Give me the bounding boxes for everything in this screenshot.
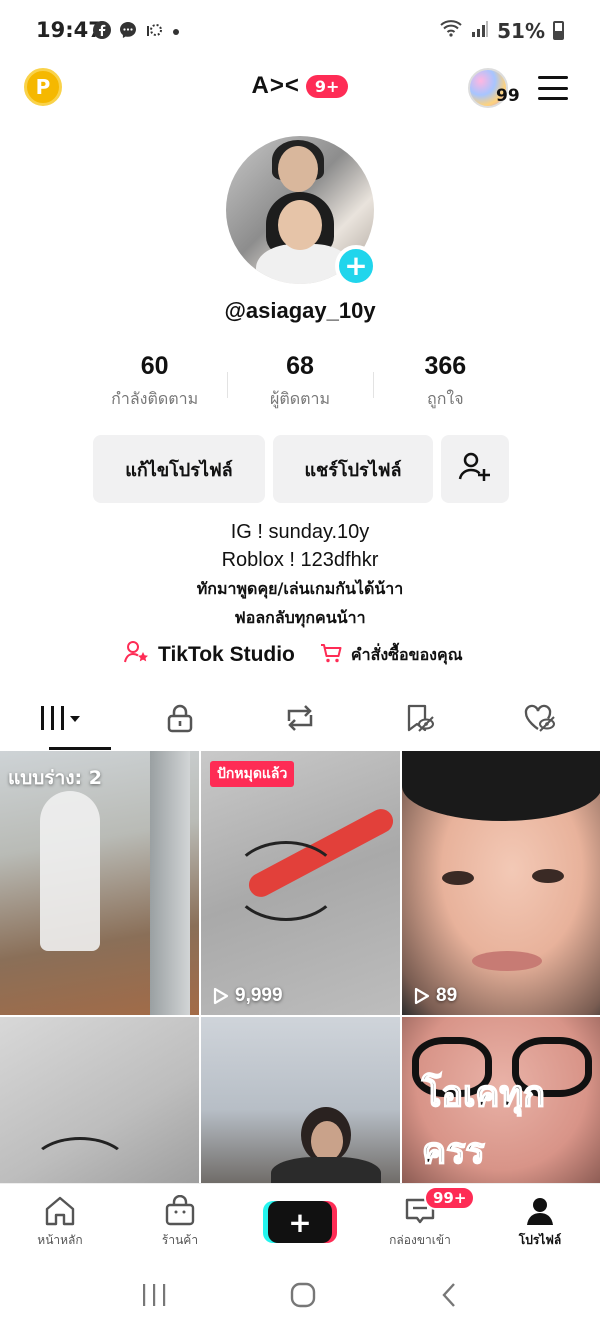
creator-star-icon	[124, 640, 150, 670]
add-photo-button[interactable]: +	[335, 245, 377, 287]
stat-followers[interactable]: 68 ผู้ติดตาม	[227, 352, 372, 412]
inbox-badge: 99+	[424, 1186, 476, 1210]
recent-apps-icon	[143, 1283, 166, 1306]
back-chevron-icon	[442, 1282, 455, 1307]
stat-value: 366	[424, 352, 467, 380]
status-right: 51%	[439, 18, 564, 43]
lock-icon	[166, 703, 194, 737]
tab-liked[interactable]	[480, 690, 600, 750]
stat-following[interactable]: 60 กำลังติดตาม	[82, 352, 227, 412]
video-tile[interactable]: 89	[402, 751, 600, 1015]
draft-label: แบบร่าง: 2	[8, 767, 102, 789]
bio-line: IG ! sunday.10y	[230, 521, 370, 543]
profile-actions: แก้ไขโปรไฟล์ แชร์โปรไฟล์	[93, 435, 509, 503]
play-icon	[213, 987, 229, 1005]
stat-label: ถูกใจ	[427, 389, 464, 408]
video-tile[interactable]: ปักหมุดแล้ว 9,999	[201, 751, 400, 1015]
edit-profile-button[interactable]: แก้ไขโปรไฟล์	[93, 435, 265, 503]
status-bar: 19:47 51%	[0, 0, 600, 62]
studio-label: TikTok Studio	[158, 643, 295, 666]
signal-icon	[471, 19, 489, 43]
video-tile[interactable]: โอเคทุกครร	[402, 1017, 600, 1185]
stat-label: ผู้ติดตาม	[269, 389, 331, 408]
create-button[interactable]: +	[268, 1201, 332, 1243]
video-grid-icon	[37, 704, 83, 736]
battery-icon	[553, 21, 564, 40]
add-user-icon	[457, 449, 493, 490]
notification-icons	[92, 20, 182, 44]
home-system-button[interactable]	[289, 1281, 317, 1313]
stat-value: 68	[286, 352, 314, 380]
stat-label: กำลังติดตาม	[111, 389, 199, 408]
tab-videos[interactable]	[0, 690, 120, 750]
play-icon	[414, 987, 430, 1005]
story-count: 99	[496, 86, 520, 106]
view-count: 9,999	[211, 985, 283, 1007]
battery-text: 51%	[497, 18, 545, 43]
profile-links: TikTok Studio คำสั่งซื้อของคุณ	[124, 640, 463, 670]
messenger-icon	[118, 20, 138, 44]
nav-label: ร้านค้า	[161, 1232, 199, 1247]
profile-stats: 60 กำลังติดตาม 68 ผู้ติดตาม 366 ถูกใจ	[82, 352, 518, 412]
add-friend-button[interactable]	[441, 435, 509, 503]
bottom-navigation: หน้าหลัก ร้านค้า + 99+ กล่องขาเข้า โปรไฟ…	[0, 1183, 600, 1260]
cart-icon	[319, 641, 343, 669]
nav-label: โปรไฟล์	[518, 1232, 562, 1247]
orders-label: คำสั่งซื้อของคุณ	[350, 644, 463, 664]
bio-line: Roblox ! 123dfhkr	[221, 549, 379, 571]
profile-icon	[527, 1197, 553, 1225]
content-tabs	[0, 690, 600, 750]
nav-home[interactable]: หน้าหลัก	[0, 1184, 120, 1260]
repost-icon	[283, 703, 317, 737]
nav-label: หน้าหลัก	[37, 1232, 83, 1247]
title-badge: 9+	[305, 74, 349, 98]
nav-inbox[interactable]: 99+ กล่องขาเข้า	[360, 1184, 480, 1260]
system-navigation	[0, 1260, 600, 1333]
tab-reposts[interactable]	[240, 690, 360, 750]
orders-link[interactable]: คำสั่งซื้อของคุณ	[319, 641, 463, 669]
video-tile[interactable]	[0, 1017, 199, 1185]
bio-line: ทักมาพูดคุย/เล่นเกมกันได้น้าา	[196, 579, 404, 598]
wifi-icon	[439, 18, 463, 43]
dot-icon	[170, 23, 182, 42]
profile-header: P A>< 9+ 99	[0, 62, 600, 118]
stat-likes[interactable]: 366 ถูกใจ	[372, 352, 518, 412]
tab-private[interactable]	[120, 690, 240, 750]
home-circle-icon	[290, 1282, 316, 1307]
heart-hidden-icon	[523, 703, 557, 737]
home-icon	[45, 1196, 75, 1225]
shopping-bag-icon	[165, 1194, 195, 1225]
profile-bio: IG ! sunday.10y Roblox ! 123dfhkr ทักมาพ…	[0, 518, 600, 632]
tab-favorites[interactable]	[360, 690, 480, 750]
view-count-value: 9,999	[235, 985, 283, 1006]
video-grid: แบบร่าง: 2 ปักหมุดแล้ว 9,999 89 โอเคทุกค…	[0, 751, 600, 1185]
back-button[interactable]	[438, 1281, 460, 1313]
view-count-value: 89	[436, 985, 458, 1006]
nav-profile[interactable]: โปรไฟล์	[480, 1184, 600, 1260]
page-title: A><	[251, 72, 300, 99]
hamburger-menu-icon[interactable]	[538, 76, 568, 100]
stat-value: 60	[140, 352, 169, 380]
tiktok-studio-link[interactable]: TikTok Studio	[124, 640, 295, 670]
nav-label: กล่องขาเข้า	[389, 1232, 451, 1247]
bookmark-hidden-icon	[404, 703, 436, 737]
nav-shop[interactable]: ร้านค้า	[120, 1184, 240, 1260]
pinned-badge: ปักหมุดแล้ว	[210, 761, 295, 787]
video-tile[interactable]	[201, 1017, 400, 1185]
share-profile-button[interactable]: แชร์โปรไฟล์	[273, 435, 433, 503]
bio-line: ฟอลกลับทุกคนน้าา	[234, 608, 366, 627]
username: @asiagay_10y	[224, 298, 376, 323]
draft-video-tile[interactable]: แบบร่าง: 2	[0, 751, 199, 1015]
facebook-icon	[92, 20, 112, 44]
recent-apps-button[interactable]	[140, 1282, 168, 1312]
sync-icon	[144, 20, 164, 44]
nav-create[interactable]: +	[240, 1184, 360, 1260]
view-count: 89	[412, 985, 457, 1007]
video-overlay-text: โอเคทุกครร	[421, 1073, 545, 1173]
